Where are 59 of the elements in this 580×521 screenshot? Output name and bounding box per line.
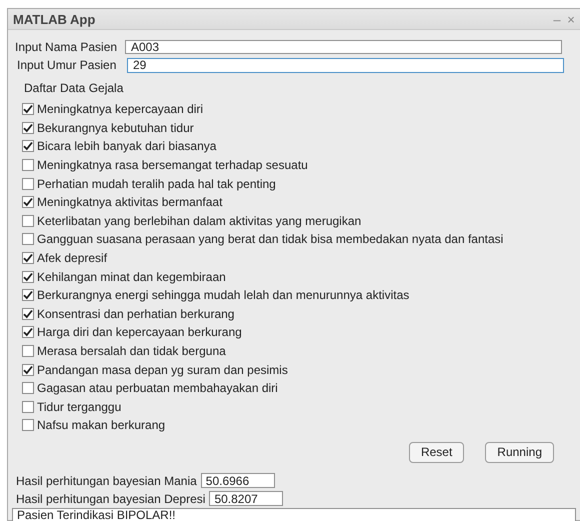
checkbox-label: Afek depresif — [37, 251, 108, 266]
input-field[interactable]: 29 — [127, 58, 564, 72]
window-title: MATLAB App — [13, 12, 96, 26]
result-field: Pasien Terindikasi BIPOLAR!! — [12, 508, 576, 521]
checkbox-label: Kehilangan minat dan kegembiraan — [37, 270, 226, 284]
checkbox[interactable] — [22, 345, 34, 358]
checkbox[interactable] — [22, 196, 34, 208]
checkbox[interactable] — [22, 289, 34, 302]
checkbox-label: Nafsu makan berkurang — [37, 418, 166, 432]
checkbox-label: Perhatian mudah teralih pada hal tak penting — [37, 176, 276, 191]
checkbox-label: Tidur terganggu — [37, 400, 122, 414]
checkbox-label: Pandangan masa depan yg suram dan pesimis — [37, 362, 288, 377]
checkmark-icon — [23, 308, 33, 319]
checkbox[interactable] — [22, 326, 34, 338]
checkbox[interactable] — [22, 178, 34, 190]
checkbox-label: Bekurangnya kebutuhan tidur — [37, 120, 194, 135]
run-button[interactable]: Running — [485, 442, 554, 463]
checkbox[interactable] — [22, 159, 34, 172]
checkbox-label: Meningkatnya rasa bersemangat terhadap sesuatu — [37, 158, 308, 172]
checkbox[interactable] — [22, 308, 34, 320]
checkbox-label: Berkurangnya energi sehingga mudah lelah dan menurunnya aktivitas — [37, 288, 410, 302]
checkbox-label: Konsentrasi dan perhatian berkurang — [37, 306, 234, 321]
result-label: Hasil perhitungan bayesian Mania — [16, 474, 198, 488]
checkbox[interactable] — [22, 233, 34, 246]
checkmark-icon — [23, 197, 33, 208]
field-label: Input Nama Pasien — [15, 40, 118, 54]
checkmark-icon — [23, 253, 33, 264]
checkbox[interactable] — [22, 103, 34, 116]
checkbox[interactable] — [22, 270, 34, 283]
checkmark-icon — [23, 364, 33, 375]
checkbox-label: Meningkatnya aktivitas bermanfaat — [37, 195, 222, 210]
input-field[interactable]: A003 — [125, 40, 562, 54]
result-label: Hasil perhitungan bayesian Depresi — [16, 492, 206, 506]
checkmark-icon — [23, 104, 33, 114]
checkbox-label: Gangguan suasana perasaan yang berat dan tidak bisa membedakan nyata dan fantasi — [37, 232, 504, 246]
checkbox[interactable] — [22, 400, 34, 413]
checkbox[interactable] — [22, 140, 34, 152]
checkbox-label: Keterlibatan yang berlebihan dalam aktivitas yang merugikan — [37, 214, 362, 228]
checkmark-icon — [23, 290, 33, 300]
checkmark-icon — [23, 122, 33, 133]
checkbox[interactable] — [22, 419, 34, 432]
checkmark-icon — [23, 272, 33, 282]
checkbox[interactable] — [22, 214, 34, 227]
checkbox-label: Meningkatnya kepercayaan diri — [37, 102, 204, 116]
checkbox[interactable] — [22, 122, 34, 134]
section-label: Daftar Data Gejala — [24, 81, 124, 95]
checkbox-label: Bicara lebih banyak dari biasanya — [37, 139, 216, 154]
checkbox-label: Merasa bersalah dan tidak berguna — [37, 344, 226, 358]
result-field: 50.8207 — [209, 491, 284, 506]
checkmark-icon — [23, 141, 33, 152]
result-field: 50.6966 — [200, 473, 275, 488]
checkbox-label: Harga diri dan kepercayaan berkurang — [37, 325, 242, 340]
checkmark-icon — [23, 327, 33, 338]
checkbox[interactable] — [22, 364, 34, 376]
checkbox-label: Gagasan atau perbuatan membahayakan diri — [37, 381, 278, 396]
reset-button[interactable]: Reset — [408, 442, 464, 463]
checkbox[interactable] — [22, 382, 34, 394]
field-label: Input Umur Pasien — [16, 58, 118, 72]
checkbox[interactable] — [22, 252, 34, 264]
